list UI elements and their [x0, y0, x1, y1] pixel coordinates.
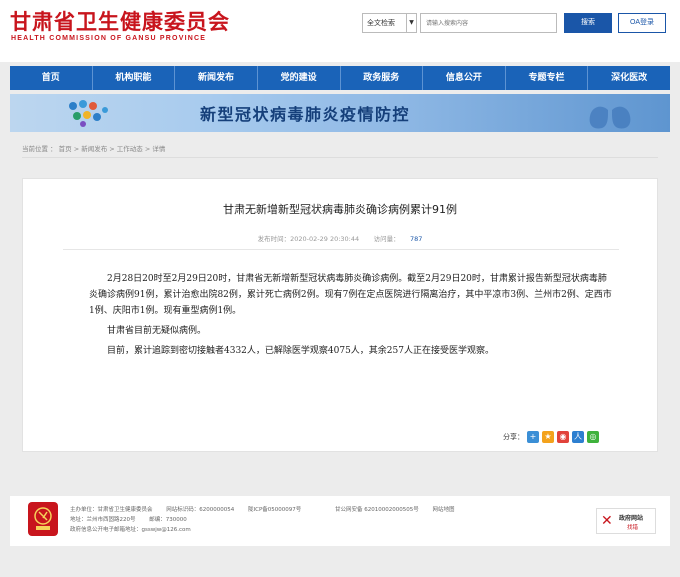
breadcrumb-divider: [22, 157, 658, 158]
site-subtitle: HEALTH COMMISSION OF GANSU PROVINCE: [11, 35, 207, 42]
paragraph: 2月28日20时至2月29日20时，甘肃省无新增新型冠状病毒肺炎确诊病例。截至2…: [89, 274, 612, 316]
footer-address: 地址：兰州市西固路220号: [70, 517, 136, 523]
footer-email: 政府信息公开电子邮箱地址：gsswjw@126.com: [70, 527, 191, 533]
search-button[interactable]: 搜索: [564, 13, 612, 33]
weibo-icon[interactable]: ◉: [557, 431, 569, 443]
report-error-badge[interactable]: ✕ 政府网站 找错: [596, 508, 656, 534]
main-nav: 首页 机构职能 新闻发布 党的建设 政务服务 信息公开 专题专栏 深化医改: [10, 66, 670, 90]
site-footer: 主办单位：甘肃省卫生健康委员会 网站标识码：6200000054 陇ICP备05…: [10, 496, 670, 546]
covid-banner[interactable]: 新型冠状病毒肺炎疫情防控: [10, 94, 670, 132]
paragraph: 目前，累计追踪到密切接触者4332人，已解除医学观察4075人，其余257人正在…: [107, 346, 494, 356]
footer-site-code: 网站标识码：6200000054: [166, 507, 235, 513]
badge-line1: 政府网站: [619, 515, 644, 522]
lungs-icon: [589, 98, 631, 129]
party-emblem-icon: [28, 502, 58, 536]
nav-item-home[interactable]: 首页: [10, 66, 93, 90]
footer-gongan[interactable]: 甘公网安备 62010002000505号: [335, 505, 419, 515]
banner-title: 新型冠状病毒肺炎疫情防控: [200, 105, 411, 124]
nav-item-news[interactable]: 新闻发布: [175, 66, 258, 90]
view-count: 787: [409, 235, 423, 243]
nav-item-functions[interactable]: 机构职能: [93, 66, 176, 90]
footer-info: 主办单位：甘肃省卫生健康委员会 网站标识码：6200000054 陇ICP备05…: [70, 505, 467, 535]
breadcrumb[interactable]: 当前位置 ： 首页 > 新闻发布 > 工作动态 > 详情: [22, 143, 165, 153]
nav-item-disclosure[interactable]: 信息公开: [423, 66, 506, 90]
share-label: 分享：: [503, 433, 524, 441]
site-title[interactable]: 甘肃省卫生健康委员会: [10, 6, 230, 36]
share-more-icon[interactable]: +: [527, 431, 539, 443]
article-panel: 甘肃无新增新型冠状病毒肺炎确诊病例累计91例 发布时间：2020-02-29 2…: [22, 178, 658, 452]
oa-login-button[interactable]: OA登录: [618, 13, 666, 33]
nav-item-services[interactable]: 政务服务: [341, 66, 424, 90]
chevron-down-icon[interactable]: ▼: [406, 14, 416, 32]
paragraph: 甘肃省目前无疑似病例。: [107, 326, 207, 336]
site-header: 甘肃省卫生健康委员会 HEALTH COMMISSION OF GANSU PR…: [0, 0, 680, 62]
footer-sponsor: 主办单位：甘肃省卫生健康委员会: [70, 507, 153, 513]
renren-icon[interactable]: 人: [572, 431, 584, 443]
nav-item-topics[interactable]: 专题专栏: [506, 66, 589, 90]
publish-date: 2020-02-29 20:30:44: [290, 235, 360, 243]
article-meta: 发布时间：2020-02-29 20:30:44 访问量： 787: [23, 233, 657, 243]
article-title: 甘肃无新增新型冠状病毒肺炎确诊病例累计91例: [223, 203, 457, 216]
footer-icp[interactable]: 陇ICP备05000097号: [248, 505, 301, 515]
report-error-icon: ✕: [601, 513, 613, 529]
footer-sitemap[interactable]: 网站地图: [433, 505, 455, 515]
meta-divider: [63, 249, 619, 250]
dots-logo-icon: [69, 100, 108, 127]
date-label: 发布时间：: [257, 235, 291, 243]
wechat-icon[interactable]: ◎: [587, 431, 599, 443]
qzone-icon[interactable]: ★: [542, 431, 554, 443]
nav-item-party[interactable]: 党的建设: [258, 66, 341, 90]
share-bar: 分享： + ★ ◉ 人 ◎: [503, 431, 599, 443]
search-scope-value: 全文检索: [367, 19, 395, 27]
footer-postcode: 邮编：730000: [149, 517, 187, 523]
search-scope-select[interactable]: 全文检索 ▼: [362, 13, 417, 33]
views-label: 访问量：: [373, 235, 400, 243]
article-body: 2月28日20时至2月29日20时，甘肃省无新增新型冠状病毒肺炎确诊病例。截至2…: [89, 271, 613, 363]
search-input[interactable]: [420, 13, 557, 33]
nav-item-reform[interactable]: 深化医改: [588, 66, 670, 90]
badge-line2: 找错: [627, 525, 639, 531]
